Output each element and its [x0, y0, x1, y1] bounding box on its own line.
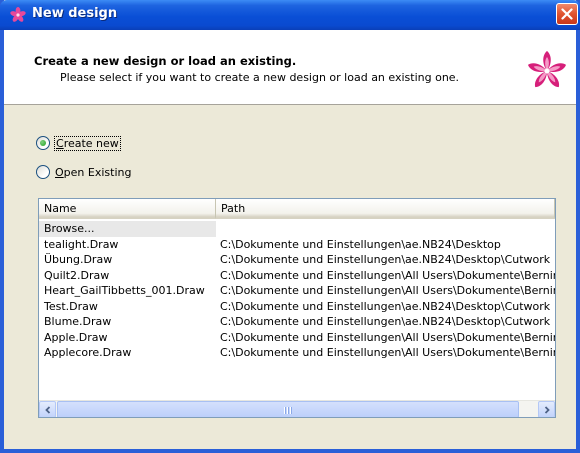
- flower-icon: [10, 7, 26, 22]
- row-path: C:\Dokumente und Einstellungen\All Users…: [220, 330, 555, 344]
- row-path: C:\Dokumente und Einstellungen\All Users…: [220, 346, 555, 359]
- list-row[interactable]: Apple.Draw C:\Dokumente und Einstellungen…: [39, 330, 555, 346]
- list-row[interactable]: Heart_GailTibbetts_001.Draw C:\Dokumente …: [39, 283, 555, 299]
- row-name: Test.Draw: [44, 299, 98, 313]
- radio-button[interactable]: [36, 136, 50, 150]
- radio-button[interactable]: [36, 165, 50, 179]
- header-subtitle: Please select if you want to create a ne…: [60, 71, 460, 84]
- row-path: C:\Dokumente und Einstellungen\ae.NB24\D…: [220, 315, 551, 328]
- list-header: Name Path: [39, 199, 555, 219]
- close-button[interactable]: [556, 3, 578, 25]
- list-row[interactable]: Blume.Draw C:\Dokumente und Einstellungen…: [39, 314, 555, 330]
- scroll-right-icon: [544, 406, 550, 414]
- row-name: tealight.Draw: [44, 237, 119, 251]
- flower-logo-icon: [527, 51, 567, 88]
- create-new-radio[interactable]: Create new: [36, 135, 121, 151]
- row-path: C:\Dokumente und Einstellungen\All Users…: [220, 284, 555, 297]
- horizontal-scrollbar[interactable]: [39, 400, 555, 417]
- row-name: Heart_GailTibbetts_001.Draw: [44, 284, 205, 297]
- open-existing-radio[interactable]: Open Existing: [36, 165, 131, 179]
- row-path: [216, 221, 555, 237]
- scroll-right-button[interactable]: [538, 401, 555, 417]
- row-name: Übung.Draw: [44, 253, 113, 266]
- row-name: Applecore.Draw: [44, 346, 132, 359]
- list-row[interactable]: Quilt2.Draw C:\Dokumente und Einstellunge…: [39, 268, 555, 284]
- open-existing-label[interactable]: Open Existing: [55, 166, 131, 179]
- row-name: Quilt2.Draw: [44, 268, 110, 282]
- new-design-dialog: New design Create a new design or load a…: [0, 0, 580, 453]
- list-row[interactable]: Test.Draw C:\Dokumente und Einstellungen\…: [39, 299, 555, 315]
- column-header-path[interactable]: Path: [216, 199, 555, 219]
- scroll-grip-icon: [284, 407, 292, 414]
- row-path: C:\Dokumente und Einstellungen\ae.NB24\D…: [220, 299, 551, 313]
- create-new-label[interactable]: Create new: [54, 135, 121, 151]
- window-title: New design: [32, 6, 118, 21]
- scroll-left-icon: [45, 406, 51, 414]
- row-name: Browse...: [39, 221, 216, 237]
- list-row[interactable]: Übung.Draw C:\Dokumente und Einstellungen…: [39, 252, 555, 268]
- scroll-thumb[interactable]: [57, 401, 519, 417]
- recent-designs-list[interactable]: Name Path Browse... tealight.Draw C:\Doku…: [38, 198, 556, 418]
- list-row[interactable]: Applecore.Draw C:\Dokumente und Einstellu…: [39, 345, 555, 361]
- scroll-left-button[interactable]: [39, 401, 56, 417]
- list-rows: Browse... tealight.Draw C:\Dokumente und …: [39, 221, 555, 361]
- radio-selected-dot: [40, 140, 46, 146]
- header-title: Create a new design or load an existing.: [34, 54, 297, 68]
- title-bar[interactable]: New design: [0, 0, 580, 30]
- row-path: C:\Dokumente und Einstellungen\ae.NB24\D…: [220, 253, 551, 266]
- list-row-browse[interactable]: Browse...: [39, 221, 555, 237]
- row-name: Apple.Draw: [44, 330, 108, 344]
- close-icon: [561, 8, 573, 20]
- row-path: C:\Dokumente und Einstellungen\ae.NB24\D…: [220, 237, 501, 251]
- row-path: C:\Dokumente und Einstellungen\All Users…: [220, 268, 555, 282]
- row-name: Blume.Draw: [44, 315, 112, 328]
- list-row[interactable]: tealight.Draw C:\Dokumente und Einstellun…: [39, 237, 555, 253]
- column-header-name[interactable]: Name: [39, 199, 216, 219]
- dialog-header: Create a new design or load an existing.…: [4, 30, 576, 105]
